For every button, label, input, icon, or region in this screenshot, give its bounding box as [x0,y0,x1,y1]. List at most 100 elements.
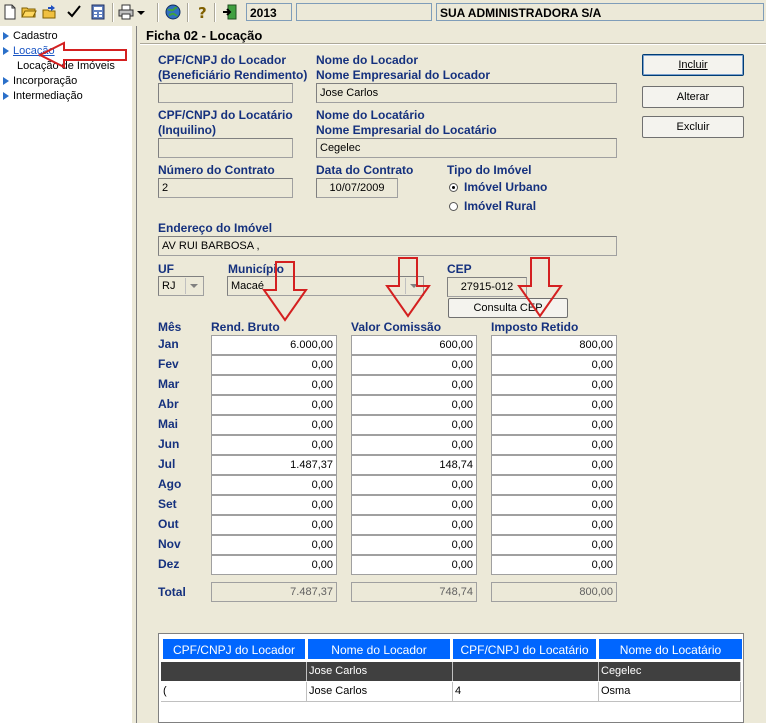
rend-bruto-field[interactable]: 6.000,00 [211,335,337,355]
locatario-nome-field[interactable]: Cegelec [316,138,617,158]
rend-bruto-field[interactable]: 0,00 [211,535,337,555]
page-title: Ficha 02 - Locação [146,28,263,43]
month-label: Out [158,517,179,531]
imovel-rural-label[interactable]: Imóvel Rural [464,199,536,213]
imposto-retido-field[interactable]: 0,00 [491,435,617,455]
globe-icon[interactable] [165,4,181,20]
locador-nome-field[interactable]: Jose Carlos [316,83,617,103]
month-label: Jun [158,437,180,451]
imposto-retido-field[interactable]: 0,00 [491,395,617,415]
dropdown-arrow-icon[interactable] [136,4,146,20]
rend-bruto-field[interactable]: 0,00 [211,395,337,415]
rend-bruto-field[interactable]: 0,00 [211,435,337,455]
imovel-urbano-label[interactable]: Imóvel Urbano [464,180,547,194]
export-icon[interactable] [42,4,58,20]
chevron-down-icon[interactable] [185,278,202,294]
grid-header-nome-locatario[interactable]: Nome do Locatário [598,638,743,660]
total-rend-bruto: 7.487,37 [211,582,337,602]
imposto-retido-field[interactable]: 0,00 [491,455,617,475]
incluir-button[interactable]: Incluir [642,54,744,76]
rend-bruto-field[interactable]: 0,00 [211,495,337,515]
grid-header-cpf-locador[interactable]: CPF/CNPJ do Locador [162,638,306,660]
alterar-button[interactable]: Alterar [642,86,744,108]
rend-bruto-field[interactable]: 0,00 [211,555,337,575]
valor-comissao-field[interactable]: 0,00 [351,395,477,415]
open-folder-icon[interactable] [21,4,37,20]
table-row[interactable]: ( Jose Carlos 4 Osma [161,682,741,702]
valor-comissao-field[interactable]: 0,00 [351,495,477,515]
valor-comissao-field[interactable]: 0,00 [351,515,477,535]
records-grid[interactable]: CPF/CNPJ do Locador Nome do Locador CPF/… [158,633,744,723]
imposto-retido-field[interactable]: 0,00 [491,535,617,555]
valor-comissao-field[interactable]: 0,00 [351,355,477,375]
grid-cell [453,662,599,681]
exit-icon[interactable] [222,4,238,20]
grid-cell: 4 [453,682,599,701]
contrato-label: Número do Contrato [158,163,275,177]
valor-comissao-field[interactable]: 0,00 [351,475,477,495]
contrato-field[interactable]: 2 [158,178,293,198]
mes-header: Mês [158,320,182,334]
valor-comissao-field[interactable]: 0,00 [351,435,477,455]
imposto-retido-field[interactable]: 0,00 [491,555,617,575]
rend-bruto-field[interactable]: 0,00 [211,415,337,435]
valor-comissao-field[interactable]: 600,00 [351,335,477,355]
tree-item-incorporacao[interactable]: Incorporação [3,75,77,87]
month-label: Set [158,497,177,511]
imovel-rural-radio[interactable] [449,202,458,211]
year-field[interactable]: 2013 [246,3,292,21]
locador-cpf-sublabel: (Beneficiário Rendimento) [158,68,308,82]
help-icon[interactable]: ? [194,4,210,20]
check-icon[interactable] [66,4,82,20]
grid-header-nome-locador[interactable]: Nome do Locador [307,638,451,660]
total-valor-comissao: 748,74 [351,582,477,602]
month-label: Fev [158,357,179,371]
toolbar: ? 2013 SUA ADMINISTRADORA S/A [0,0,766,27]
rend-bruto-field[interactable]: 0,00 [211,355,337,375]
endereco-field[interactable]: AV RUI BARBOSA , [158,236,617,256]
calculator-icon[interactable] [90,4,106,20]
total-label: Total [158,585,186,599]
valor-comissao-field[interactable]: 0,00 [351,375,477,395]
svg-text:?: ? [198,4,207,20]
excluir-button[interactable]: Excluir [642,116,744,138]
imposto-retido-field[interactable]: 0,00 [491,515,617,535]
imposto-retido-field[interactable]: 0,00 [491,475,617,495]
cep-field[interactable]: 27915-012 [447,277,527,297]
imposto-retido-field[interactable]: 0,00 [491,415,617,435]
rend-bruto-field[interactable]: 0,00 [211,375,337,395]
imposto-retido-field[interactable]: 800,00 [491,335,617,355]
table-row[interactable]: Jose Carlos Cegelec [161,662,741,681]
rend-bruto-field[interactable]: 0,00 [211,475,337,495]
grid-header-cpf-locatario[interactable]: CPF/CNPJ do Locatário [452,638,597,660]
month-label: Nov [158,537,181,551]
expand-triangle-icon [3,32,9,41]
locatario-cpf-field[interactable] [158,138,293,158]
locatario-nome-sublabel: Nome Empresarial do Locatário [316,123,497,137]
imposto-retido-field[interactable]: 0,00 [491,355,617,375]
valor-comissao-field[interactable]: 148,74 [351,455,477,475]
valor-comissao-field[interactable]: 0,00 [351,555,477,575]
valor-comissao-field[interactable]: 0,00 [351,415,477,435]
endereco-label: Endereço do Imóvel [158,221,273,235]
rend-bruto-field[interactable]: 1.487,37 [211,455,337,475]
imposto-retido-header: Imposto Retido [491,320,579,334]
new-file-icon[interactable] [2,4,18,20]
annotation-arrow-left-icon [38,41,127,69]
tree-item-intermediacao[interactable]: Intermediação [3,90,83,102]
print-icon[interactable] [118,4,134,20]
locatario-nome-label: Nome do Locatário [316,108,425,122]
imposto-retido-field[interactable]: 0,00 [491,375,617,395]
imposto-retido-field[interactable]: 0,00 [491,495,617,515]
imovel-urbano-radio[interactable] [449,183,458,192]
valor-comissao-field[interactable]: 0,00 [351,535,477,555]
uf-select[interactable]: RJ [158,276,204,296]
total-imposto-retido: 800,00 [491,582,617,602]
locador-cpf-field[interactable] [158,83,293,103]
rend-bruto-field[interactable]: 0,00 [211,515,337,535]
data-contrato-field[interactable]: 10/07/2009 [316,178,398,198]
expand-triangle-icon [3,47,9,56]
expand-triangle-icon [3,77,9,86]
locador-nome-sublabel: Nome Empresarial do Locador [316,68,491,82]
rend-bruto-header: Rend. Bruto [211,320,280,334]
